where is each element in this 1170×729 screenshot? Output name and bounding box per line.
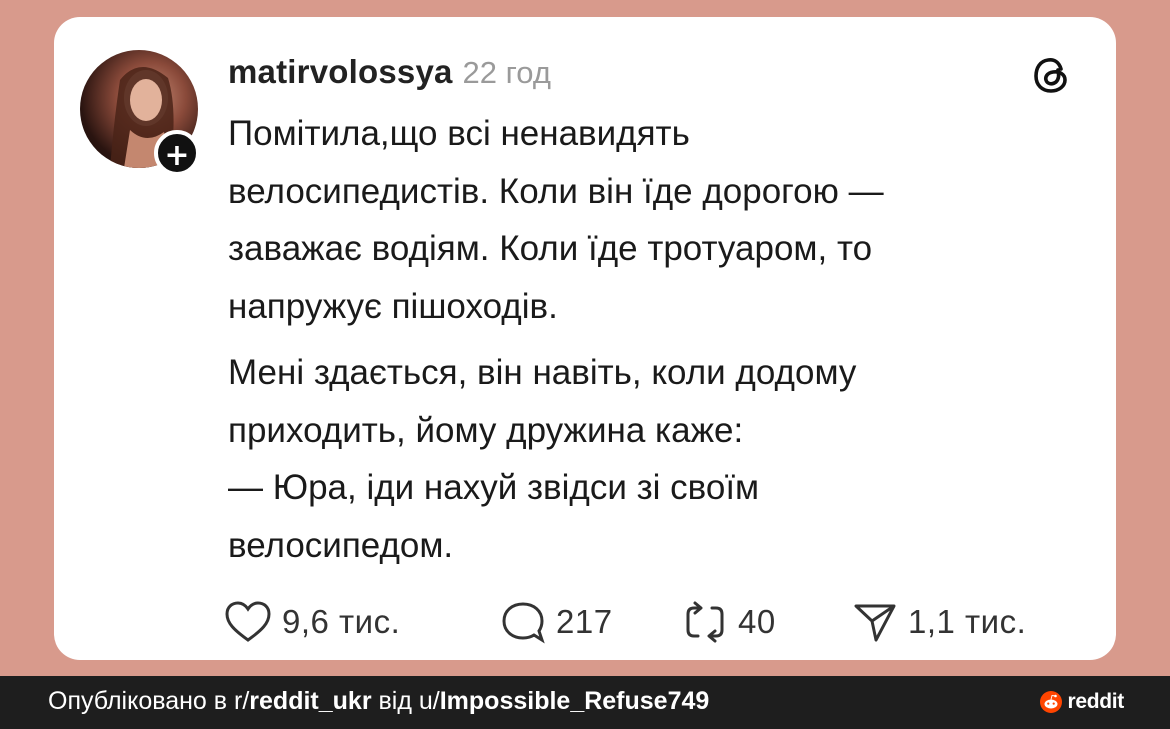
subreddit-link[interactable]: reddit_ukr: [249, 687, 371, 715]
post-line: напружує пішоходів.: [228, 286, 558, 326]
post-paragraph-1: Помітила,що всі ненавидять велосипедисті…: [228, 105, 1088, 335]
like-button[interactable]: 9,6 тис.: [224, 600, 400, 644]
post-actions: 9,6 тис. 217 40 1,1 тис.: [224, 600, 1104, 644]
like-count: 9,6 тис.: [282, 603, 401, 640]
post-line: заважає водіям. Коли їде тротуаром, то: [228, 229, 873, 268]
post-line: приходить, йому дружина каже:: [228, 410, 744, 450]
reply-count: 217: [556, 603, 613, 640]
reply-button[interactable]: 217: [500, 600, 613, 644]
footer-bar: Опубліковано в r/reddit_ukr від u/Imposs…: [0, 676, 1170, 729]
post-line: — Юра, іди нахуй звідси зі своїм: [228, 468, 760, 507]
threads-logo-icon[interactable]: [1032, 55, 1072, 95]
repost-button[interactable]: 40: [682, 600, 776, 644]
post-time: 22 год: [462, 55, 551, 90]
heart-icon: [225, 601, 271, 642]
share-button[interactable]: 1,1 тис.: [852, 600, 1026, 644]
post-paragraph-2: Мені здається, він навіть, коли додому п…: [228, 344, 1088, 574]
post-line: велосипедистів. Коли він їде дорогою —: [228, 171, 884, 211]
post-card: + matirvolossya 22 год Помітила,що всі не…: [54, 17, 1116, 660]
share-count: 1,1 тис.: [908, 603, 1027, 640]
post-line: велосипедом.: [228, 525, 454, 565]
username[interactable]: matirvolossya: [228, 53, 453, 90]
post-line: Помітила,що всі ненавидять: [228, 114, 690, 153]
avatar[interactable]: +: [80, 50, 202, 176]
plus-icon[interactable]: +: [154, 130, 200, 176]
post-header: matirvolossya 22 год: [228, 53, 551, 93]
share-icon: [854, 604, 896, 642]
footer-prefix: Опубліковано в r/: [48, 687, 250, 715]
reddit-logo-icon: [1040, 691, 1063, 713]
reddit-logo[interactable]: reddit: [1040, 690, 1124, 714]
footer-middle: від u/: [371, 687, 440, 715]
reddit-brand: reddit: [1067, 690, 1124, 713]
post-line: Мені здається, він навіть, коли додому: [228, 353, 857, 392]
comment-icon: [502, 602, 545, 644]
user-link[interactable]: Impossible_Refuse749: [440, 687, 710, 715]
post-text: Помітила,що всі ненавидять велосипедисті…: [228, 105, 1088, 574]
repost-icon: [686, 601, 724, 643]
repost-count: 40: [738, 603, 776, 640]
footer-attribution: Опубліковано в r/reddit_ukr від u/Imposs…: [48, 687, 709, 716]
